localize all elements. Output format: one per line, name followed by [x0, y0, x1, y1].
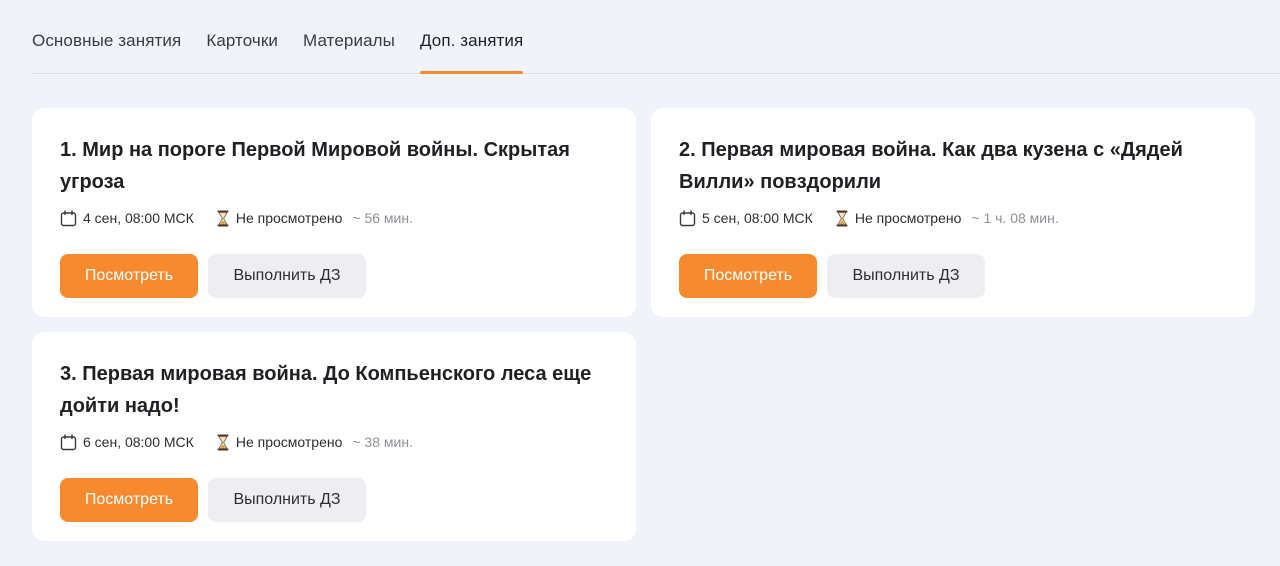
lesson-meta: 5 сен, 08:00 МСК Не просмотрено ~ 1 ч. 0… [679, 207, 1227, 229]
tab-materials[interactable]: Материалы [303, 0, 395, 73]
lesson-meta: 6 сен, 08:00 МСК Не просмотрено ~ 38 мин… [60, 431, 608, 453]
lesson-duration: ~ 38 мин. [352, 434, 413, 450]
lesson-card-3: 3. Первая мировая война. До Компьенского… [32, 332, 636, 541]
page: Основные занятия Карточки Материалы Доп.… [0, 0, 1280, 566]
lesson-status: Не просмотрено ~ 56 мин. [216, 210, 413, 227]
homework-button[interactable]: Выполнить ДЗ [827, 254, 985, 298]
calendar-icon [679, 209, 696, 226]
lesson-title: 1. Мир на пороге Первой Мировой войны. С… [60, 139, 570, 193]
lesson-date-text: 4 сен, 08:00 МСК [83, 210, 194, 226]
lesson-status-text: Не просмотрено [235, 210, 343, 226]
tab-extra-lessons[interactable]: Доп. занятия [419, 0, 524, 74]
lesson-cards: 1. Мир на пороге Первой Мировой войны. С… [32, 108, 1255, 541]
lesson-date: 5 сен, 08:00 МСК [679, 209, 813, 227]
lesson-date-text: 5 сен, 08:00 МСК [702, 210, 813, 226]
lesson-meta: 4 сен, 08:00 МСК Не просмотрено ~ 56 мин… [60, 207, 608, 229]
lesson-title: 3. Первая мировая война. До Компьенского… [60, 363, 592, 417]
lesson-actions: Посмотреть Выполнить ДЗ [60, 478, 608, 522]
lesson-status: Не просмотрено ~ 38 мин. [216, 434, 413, 451]
watch-button[interactable]: Посмотреть [60, 478, 198, 522]
watch-button[interactable]: Посмотреть [60, 254, 198, 298]
hourglass-icon [836, 210, 848, 226]
lesson-tabs: Основные занятия Карточки Материалы Доп.… [32, 0, 1280, 74]
tab-cards[interactable]: Карточки [206, 0, 278, 73]
lesson-date-text: 6 сен, 08:00 МСК [83, 434, 194, 450]
lesson-card-1: 1. Мир на пороге Первой Мировой войны. С… [32, 108, 636, 317]
lesson-date: 4 сен, 08:00 МСК [60, 209, 194, 227]
tab-main-lessons[interactable]: Основные занятия [32, 0, 181, 73]
lesson-duration: ~ 56 мин. [352, 210, 413, 226]
lesson-title: 2. Первая мировая война. Как два кузена … [679, 139, 1183, 193]
hourglass-icon [217, 210, 229, 226]
lesson-status-text: Не просмотрено [235, 434, 343, 450]
lesson-actions: Посмотреть Выполнить ДЗ [679, 254, 1227, 298]
lesson-actions: Посмотреть Выполнить ДЗ [60, 254, 608, 298]
calendar-icon [60, 433, 77, 450]
calendar-icon [60, 209, 77, 226]
lesson-status: Не просмотрено ~ 1 ч. 08 мин. [835, 210, 1059, 227]
lesson-card-2: 2. Первая мировая война. Как два кузена … [651, 108, 1255, 317]
homework-button[interactable]: Выполнить ДЗ [208, 478, 366, 522]
watch-button[interactable]: Посмотреть [679, 254, 817, 298]
lesson-duration: ~ 1 ч. 08 мин. [971, 210, 1059, 226]
homework-button[interactable]: Выполнить ДЗ [208, 254, 366, 298]
hourglass-icon [217, 434, 229, 450]
lesson-status-text: Не просмотрено [854, 210, 962, 226]
lesson-date: 6 сен, 08:00 МСК [60, 433, 194, 451]
